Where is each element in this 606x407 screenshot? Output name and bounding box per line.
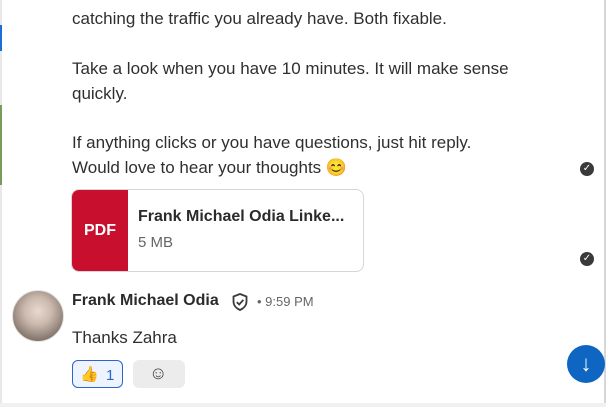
message-paragraph-3: If anything clicks or you have questions… bbox=[72, 130, 471, 180]
attachment-file-size: 5 MB bbox=[138, 234, 174, 251]
bottom-divider bbox=[0, 403, 606, 407]
scroll-to-bottom-button[interactable]: ↓ bbox=[567, 345, 605, 383]
reply-message-text: Thanks Zahra bbox=[72, 328, 177, 347]
add-reaction-button[interactable]: ☺ bbox=[133, 360, 185, 388]
verified-shield-icon bbox=[232, 293, 248, 311]
arrow-down-icon: ↓ bbox=[580, 351, 592, 376]
add-emoji-icon: ☺ bbox=[149, 363, 168, 383]
left-edge-accent bbox=[0, 25, 2, 51]
check-circle-icon: ✓ bbox=[580, 252, 594, 266]
sender-name[interactable]: Frank Michael Odia bbox=[72, 292, 219, 310]
check-circle-icon: ✓ bbox=[580, 162, 594, 176]
message-line: quickly. bbox=[72, 84, 128, 103]
message-line: If anything clicks or you have questions… bbox=[72, 133, 472, 152]
message-paragraph-2: Take a look when you have 10 minutes. It… bbox=[72, 56, 509, 106]
message-line: catching the traffic you already have. B… bbox=[72, 9, 447, 28]
thumbs-up-reaction-button[interactable]: 👍 1 bbox=[72, 360, 123, 388]
left-edge bbox=[0, 0, 2, 407]
reaction-count: 1 bbox=[106, 367, 115, 384]
thumbs-up-icon: 👍 bbox=[80, 366, 99, 383]
left-edge-image bbox=[0, 105, 2, 185]
pdf-attachment[interactable]: PDF Frank Michael Odia Linke... 5 MB bbox=[71, 189, 364, 272]
avatar[interactable] bbox=[12, 290, 64, 342]
pdf-file-icon: PDF bbox=[72, 190, 128, 271]
attachment-file-name: Frank Michael Odia Linke... bbox=[138, 208, 345, 225]
message-paragraph-1: catching the traffic you already have. B… bbox=[72, 6, 447, 31]
message-timestamp: • 9:59 PM bbox=[257, 294, 314, 309]
message-line: Would love to hear your thoughts 😊 bbox=[72, 158, 348, 177]
message-line: Take a look when you have 10 minutes. It… bbox=[72, 59, 509, 78]
